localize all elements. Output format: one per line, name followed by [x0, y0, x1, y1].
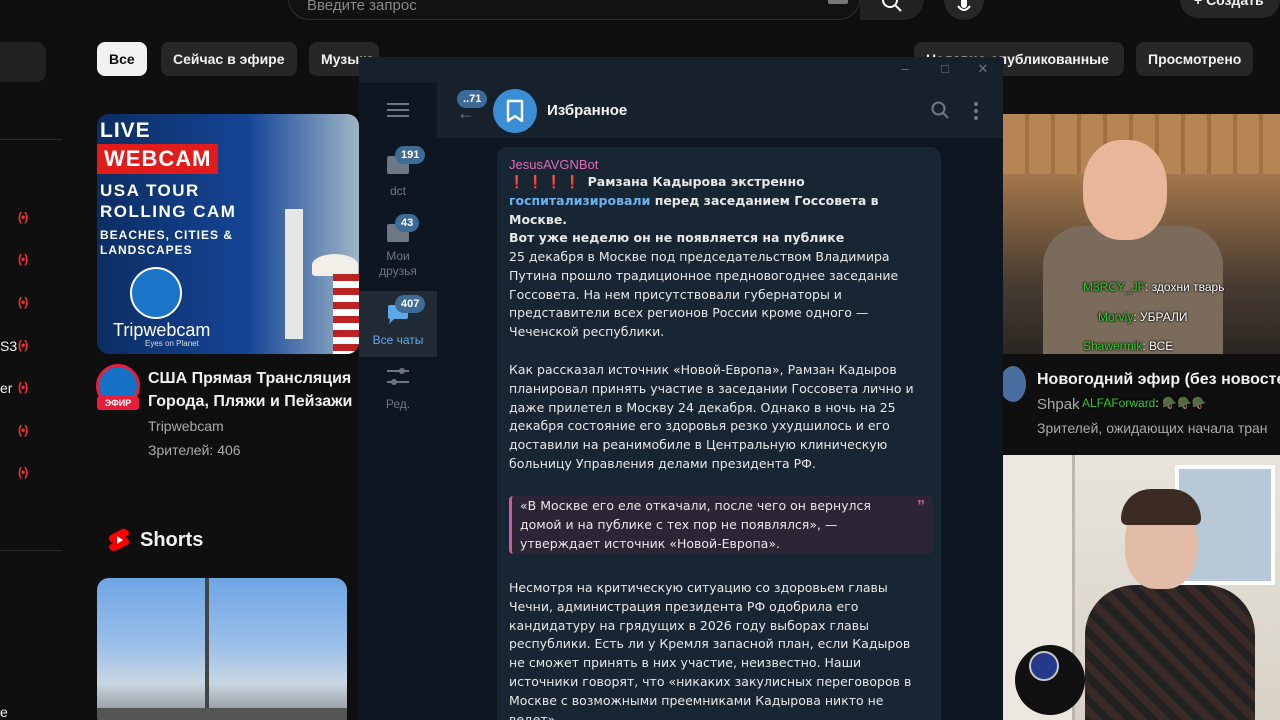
- folder-edit[interactable]: Ред.: [359, 363, 437, 419]
- maximize-icon[interactable]: □: [937, 61, 953, 77]
- video-title[interactable]: Новогодний эфир (без новостей: [1037, 369, 1280, 391]
- message-blockquote: «В Москве его еле откачали, после чего о…: [509, 496, 933, 554]
- thumb-live-text: LIVE: [100, 119, 151, 142]
- minimize-icon[interactable]: –: [897, 61, 913, 77]
- unread-badge: ..71: [457, 90, 488, 108]
- headline-text: Рамзана Кадырова экстренно: [583, 174, 805, 189]
- search-icon: [882, 0, 902, 12]
- quote-mark-icon: ”: [917, 498, 925, 515]
- shorts-heading: Shorts: [140, 529, 204, 551]
- message-bubble[interactable]: JesusAVGNBot ❗❗❗❗ Рамзана Кадырова экстр…: [497, 147, 941, 720]
- keyboard-icon[interactable]: [828, 0, 848, 4]
- more-options-icon[interactable]: [973, 101, 979, 121]
- exclamation-emoji: ❗❗❗❗: [509, 174, 584, 189]
- thumb-cars: [97, 708, 347, 720]
- video-title[interactable]: США Прямая Трансляция: [148, 368, 351, 390]
- folder-my-friends[interactable]: 43 Мои друзья: [359, 213, 437, 289]
- message-paragraph: 25 декабря в Москве под председательство…: [509, 249, 899, 340]
- youtube-search-box[interactable]: Введите запрос: [288, 0, 860, 20]
- thumb-pole: [205, 578, 209, 720]
- live-badge: ЭФИР: [97, 396, 139, 410]
- microphone-icon: [957, 0, 971, 11]
- live-indicator-icon: (•): [18, 380, 28, 394]
- folder-badge: 191: [395, 146, 426, 164]
- chip-watched[interactable]: Просмотрено: [1136, 42, 1254, 76]
- stream-chat-line: Morviy: УБРАЛИ: [1098, 310, 1188, 324]
- thumb-tagline: Eyes on Planet: [145, 339, 199, 348]
- voice-search-button[interactable]: [944, 0, 984, 20]
- webcam-person-shirt: [1085, 585, 1255, 720]
- folder-dct[interactable]: 191 dct: [359, 145, 437, 211]
- quote-text: «В Москве его еле откачали, после чего о…: [520, 498, 871, 551]
- thumb-usa-text: USA TOUR ROLLING CAM: [100, 181, 237, 221]
- live-indicator-icon: (•): [18, 465, 28, 479]
- sliders-icon: [387, 368, 409, 385]
- close-icon[interactable]: ✕: [975, 61, 991, 77]
- search-button[interactable]: [860, 0, 924, 20]
- window-titlebar: – □ ✕: [359, 57, 1003, 83]
- channel-avatar[interactable]: [1000, 366, 1026, 402]
- search-icon[interactable]: [931, 101, 949, 119]
- message-author[interactable]: JesusAVGNBot: [509, 157, 598, 172]
- chat-area: JesusAVGNBot ❗❗❗❗ Рамзана Кадырова экстр…: [437, 139, 1003, 720]
- folder-all-chats[interactable]: 407 Все чаты: [359, 291, 437, 357]
- chat-header: ← ..71 Избранное: [437, 83, 1003, 139]
- video-thumbnail-tripwebcam[interactable]: LIVE WEBCAM USA TOUR ROLLING CAM BEACHES…: [97, 114, 359, 354]
- search-placeholder: Введите запрос: [307, 0, 417, 14]
- thumb-person-head: [1083, 140, 1167, 240]
- thumb-beaches-text: BEACHES, CITIES & LANDSCAPES: [100, 228, 234, 257]
- folder-label: dct: [389, 184, 406, 198]
- live-indicator-icon: (•): [18, 210, 28, 224]
- live-indicator-icon: (•): [18, 252, 28, 266]
- thumb-hat: [312, 254, 358, 276]
- chip-all[interactable]: Все: [97, 42, 147, 76]
- stream-chat-line: ALFAForward: 🪖🪖🪖: [1082, 396, 1207, 410]
- telegram-window: – □ ✕ 191 dct 43 Мои друзья 407 Все чаты…: [359, 57, 1003, 720]
- folder-badge: 43: [395, 214, 420, 232]
- webcam-mic-badge: [1029, 651, 1059, 681]
- message-paragraph: Как рассказал источник «Новой-Европа», Р…: [509, 362, 914, 471]
- headline-link[interactable]: госпитализировали: [509, 193, 650, 208]
- bookmark-icon: [506, 99, 524, 123]
- channel-name[interactable]: Tripwebcam: [148, 418, 224, 434]
- live-indicator-icon: (•): [18, 295, 28, 309]
- sidebar-selected-item[interactable]: [0, 42, 46, 82]
- create-button[interactable]: + Создать: [1180, 0, 1280, 18]
- sidebar-item-label[interactable]: e: [0, 704, 8, 720]
- chat-title[interactable]: Избранное: [547, 102, 627, 119]
- thumb-flag: [333, 274, 359, 354]
- channel-name[interactable]: Shpak: [1037, 396, 1080, 413]
- thumb-webcam-text: WEBCAM: [97, 144, 219, 174]
- viewer-count: Зрителей: 406: [148, 442, 241, 458]
- sidebar-item-label[interactable]: S3: [0, 338, 17, 354]
- thumb-brand: Tripwebcam: [113, 320, 211, 340]
- chip-live[interactable]: Сейчас в эфире: [161, 42, 297, 76]
- message-headline: ❗❗❗❗ Рамзана Кадырова экстренно госпитал…: [509, 173, 929, 248]
- folder-label: Ред.: [385, 397, 411, 411]
- video-thumbnail-stream[interactable]: M3RCY_JF: здохни тварь Morviy: УБРАЛИ Sh…: [1003, 114, 1280, 354]
- live-indicator-icon: (•): [18, 338, 28, 352]
- live-indicator-icon: (•): [18, 423, 28, 437]
- shorts-icon: [109, 528, 129, 551]
- folder-sidebar: 191 dct 43 Мои друзья 407 Все чаты Ред.: [359, 83, 437, 720]
- short-thumbnail[interactable]: [97, 578, 347, 720]
- viewer-count: Зрителей, ожидающих начала тран: [1037, 420, 1268, 436]
- globe-logo-icon: [130, 267, 182, 319]
- video-title[interactable]: Города, Пляжи и Пейзажи: [148, 391, 352, 413]
- message-paragraph: Несмотря на критическую ситуацию со здор…: [509, 580, 912, 720]
- stream-chat-line: M3RCY_JF: здохни тварь: [1083, 280, 1225, 294]
- webcam-person-hair: [1121, 489, 1201, 525]
- folder-label: Все чаты: [372, 333, 424, 347]
- saved-messages-avatar[interactable]: [493, 89, 537, 133]
- sidebar-divider: [0, 550, 62, 551]
- headline-text: Вот уже неделю он не появляется на публи…: [509, 230, 845, 246]
- thumb-tower: [285, 209, 303, 339]
- stream-chat-line: Shawermik: ВСЕ: [1083, 339, 1174, 353]
- sidebar-item-label[interactable]: er: [0, 380, 12, 396]
- webcam-overlay: [985, 455, 1280, 720]
- sidebar-divider: [0, 139, 62, 140]
- folder-label: Мои друзья: [379, 249, 417, 278]
- hamburger-menu-icon[interactable]: [387, 103, 409, 117]
- folder-badge: 407: [395, 295, 426, 313]
